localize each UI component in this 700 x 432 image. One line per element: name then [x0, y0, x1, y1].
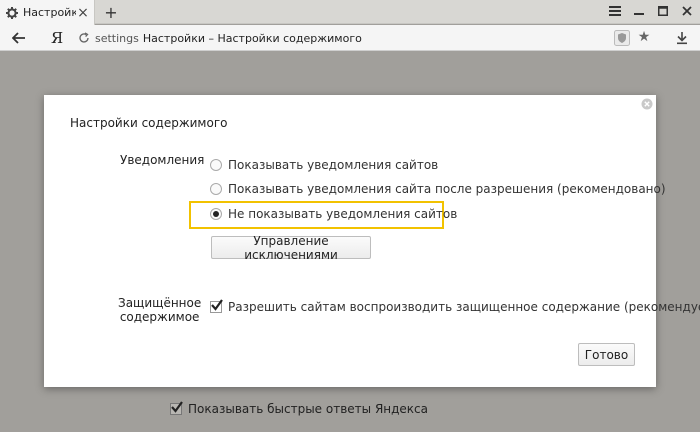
yandex-logo[interactable]: Я [48, 28, 66, 48]
protect-shield-icon[interactable] [614, 30, 630, 46]
tab-settings[interactable]: Настройки – × [0, 0, 95, 25]
protected-content-checkbox[interactable] [210, 299, 223, 313]
radio-button[interactable] [210, 183, 222, 195]
back-arrow-icon[interactable] [10, 29, 28, 47]
checkmark-icon [171, 401, 183, 413]
protected-content-label-line2: содержимое [119, 310, 200, 324]
download-icon[interactable] [674, 30, 690, 46]
browser-toolbar: Я settings Настройки – Настройки содержи… [0, 25, 700, 51]
radio-do-not-show[interactable]: Не показывать уведомления сайтов [210, 205, 457, 223]
window-controls [608, 4, 694, 18]
gear-icon [6, 6, 18, 19]
done-button[interactable]: Готово [578, 343, 635, 366]
protected-content-label: Защищённое содержимое [118, 296, 201, 324]
minimize-icon[interactable] [632, 4, 646, 18]
address-scheme: settings [95, 31, 139, 45]
close-window-icon[interactable] [680, 4, 694, 18]
quick-answers-checkbox-row[interactable]: Показывать быстрые ответы Яндекса [170, 401, 429, 416]
tab-close-icon[interactable]: × [76, 5, 90, 21]
radio-label: Не показывать уведомления сайтов [228, 207, 458, 221]
content-settings-dialog: Настройки содержимого Уведомления Показы… [44, 95, 700, 387]
manage-exceptions-button[interactable]: Управление исключениями [211, 234, 371, 262]
radio-label: Показывать уведомления сайта после разре… [228, 182, 666, 196]
radio-button-selected[interactable] [210, 208, 222, 220]
maximize-icon[interactable] [656, 4, 670, 18]
title-bar: Настройки – × + [0, 0, 700, 25]
dialog-title: Настройки содержимого [70, 116, 228, 130]
protected-content-checkbox-label: Разрешить сайтам воспроизводить защищенн… [228, 300, 700, 314]
new-tab-button[interactable]: + [103, 3, 119, 22]
tab-title: Настройки – [23, 6, 76, 19]
dialog-close-icon[interactable] [641, 98, 653, 110]
bookmark-star-icon[interactable]: ★ [636, 29, 652, 45]
address-page-title: Настройки – Настройки содержимого [142, 31, 362, 45]
address-bar[interactable]: settings Настройки – Настройки содержимо… [78, 28, 656, 48]
checkmark-icon [211, 299, 223, 311]
notifications-label: Уведомления [120, 153, 205, 167]
radio-button[interactable] [210, 159, 222, 171]
quick-answers-label: Показывать быстрые ответы Яндекса [188, 402, 429, 416]
menu-icon[interactable] [608, 4, 622, 18]
radio-show-notifications[interactable]: Показывать уведомления сайтов [210, 156, 438, 174]
protected-content-label-line1: Защищённое [118, 296, 202, 310]
protected-content-checkbox-row[interactable]: Разрешить сайтам воспроизводить защищенн… [210, 299, 700, 314]
radio-show-after-permission[interactable]: Показывать уведомления сайта после разре… [210, 180, 666, 198]
quick-answers-checkbox[interactable] [170, 401, 183, 415]
reload-icon[interactable] [78, 32, 90, 44]
radio-label: Показывать уведомления сайтов [228, 158, 439, 172]
